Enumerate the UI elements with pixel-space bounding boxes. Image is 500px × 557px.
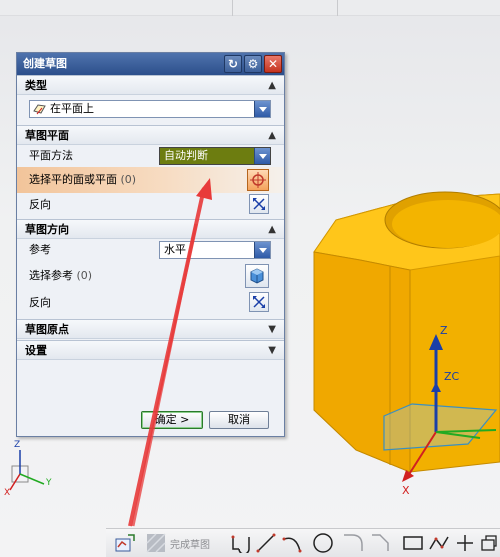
graphics-viewport[interactable]: Z ZC X Z X Y 创建草图 ↻ ⚙ ✕ 类型 ▲ 在平面上 草图平面 ▲… — [0, 0, 500, 557]
rectangle-icon[interactable] — [402, 532, 424, 554]
offset-curve-icon[interactable] — [480, 532, 498, 554]
arc-icon[interactable] — [282, 532, 302, 554]
sketch-toolbar: 完成草图 — [106, 528, 500, 557]
finish-sketch-label: 完成草图 — [170, 539, 210, 551]
profile-icon[interactable] — [230, 532, 252, 554]
line-icon[interactable] — [256, 532, 276, 554]
point-icon[interactable] — [456, 532, 474, 554]
fillet-icon[interactable] — [342, 532, 364, 554]
circle-icon[interactable] — [312, 532, 334, 554]
chamfer-icon[interactable] — [370, 532, 390, 554]
finish-sketch-icon[interactable] — [114, 532, 136, 554]
finish-sketch-button[interactable]: 完成草图 — [146, 532, 210, 554]
polyline-icon[interactable] — [428, 532, 450, 554]
annotation-arrows — [128, 178, 212, 527]
